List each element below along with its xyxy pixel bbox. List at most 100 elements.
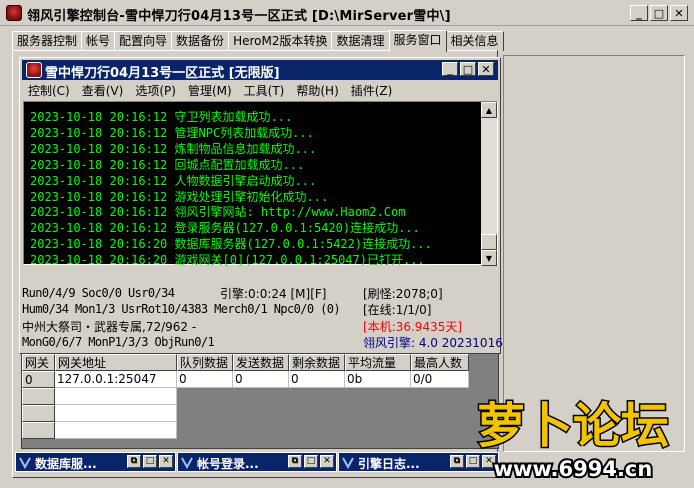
minimized-window-title: 数据库服...: [35, 457, 97, 471]
stat-mon: MonG0/6/7 MonP1/3/3 ObjRun0/1: [22, 335, 215, 349]
tab-data-backup[interactable]: 数据备份: [171, 31, 230, 51]
restore-icon[interactable]: ⧉: [450, 455, 464, 468]
scroll-down-arrow-icon[interactable]: ▼: [481, 250, 497, 266]
stat-version: 翎风引擎: 4.0 20231016: [363, 336, 503, 350]
restore-icon[interactable]: ⧉: [127, 455, 141, 468]
grid-header-row: 网关 网关地址 队列数据 发送数据 剩余数据 平均流量 最高人数: [22, 354, 469, 371]
minimized-window-engine-log[interactable]: 引擎日志... ⧉ □ ✕: [338, 452, 499, 472]
log-line-partial: [30, 102, 480, 110]
grid-fixed-cell: [22, 422, 55, 439]
server-window-title: 雪中悍刀行04月13号一区正式 [无限版]: [45, 66, 280, 81]
grid-cell-remaining[interactable]: 0: [289, 371, 345, 388]
minimized-window-account[interactable]: 帐号登录... ⧉ □ ✕: [177, 452, 337, 472]
log-line: 2023-10-18 20:16:12 守卫列表加载成功...: [30, 110, 293, 124]
maximize-icon[interactable]: □: [143, 455, 157, 468]
grid-cell-queue[interactable]: 0: [177, 371, 233, 388]
close-icon[interactable]: ✕: [320, 455, 334, 468]
window-icon: [180, 455, 194, 470]
scroll-thumb[interactable]: [481, 234, 497, 250]
minimized-window-title: 帐号登录...: [197, 457, 259, 471]
log-line: 2023-10-18 20:16:12 翎风引擎网站: http://www.H…: [30, 205, 406, 220]
minimized-window-db[interactable]: 数据库服... ⧉ □ ✕: [15, 452, 176, 472]
menu-manage[interactable]: 管理(M): [182, 82, 238, 100]
server-close-button[interactable]: ✕: [478, 62, 494, 76]
maximize-icon[interactable]: □: [466, 455, 480, 468]
server-minimize-button[interactable]: _: [442, 62, 458, 76]
tab-config-wizard[interactable]: 配置向导: [114, 31, 173, 51]
server-window: 雪中悍刀行04月13号一区正式 [无限版] _ □ ✕ 控制(C) 查看(V) …: [19, 57, 503, 354]
log-line: 2023-10-18 20:16:20 游戏网关[0](127.0.0.1:25…: [30, 253, 425, 266]
tab-herom2-convert[interactable]: HeroM2版本转换: [228, 31, 333, 51]
stat-map: 中州大祭司・武器专属,72/962 -: [22, 320, 197, 334]
table-row[interactable]: 0 127.0.0.1:25047 0 0 0 0b 0/0: [22, 371, 469, 388]
menu-plugins[interactable]: 插件(Z): [345, 82, 399, 100]
log-scrollbar[interactable]: ▲ ▼: [481, 102, 497, 266]
tab-bar: 服务器控制 帐号 配置向导 数据备份 HeroM2版本转换 数据清理 服务窗口 …: [12, 29, 504, 52]
log-line: 2023-10-18 20:16:12 登录服务器(127.0.0.1:5420…: [30, 221, 420, 236]
watermark-url: www.6994.cn: [494, 457, 653, 481]
tab-related-info[interactable]: 相关信息: [445, 31, 504, 51]
grid-cell-sent[interactable]: 0: [233, 371, 289, 388]
scroll-up-arrow-icon[interactable]: ▲: [481, 102, 497, 118]
grid-cell-max-users[interactable]: 0/0: [411, 371, 469, 388]
grid-cell-gateway: 0: [22, 371, 55, 388]
close-icon[interactable]: ✕: [482, 455, 496, 468]
gateway-grid[interactable]: 网关 网关地址 队列数据 发送数据 剩余数据 平均流量 最高人数 0 127.0…: [21, 353, 499, 449]
stat-online: [在线:1/1/0]: [363, 303, 432, 317]
grid-header-avg-flow[interactable]: 平均流量: [345, 354, 411, 371]
server-window-title-bar[interactable]: 雪中悍刀行04月13号一区正式 [无限版] _ □ ✕: [22, 60, 498, 81]
stat-hum: Hum0/34 Mon1/3 UsrRot10/4383 Merch0/1 Np…: [22, 302, 341, 316]
stat-local: [本机:36.9435天]: [363, 320, 463, 334]
grid-fixed-cell: [22, 405, 55, 422]
minimized-window-title: 引擎日志...: [358, 457, 420, 471]
log-line: 2023-10-18 20:16:20 数据库服务器(127.0.0.1:542…: [30, 237, 432, 252]
menu-options[interactable]: 选项(P): [129, 82, 182, 100]
menu-control[interactable]: 控制(C): [22, 82, 76, 100]
tab-service-window[interactable]: 服务窗口: [388, 30, 447, 52]
log-console[interactable]: 2023-10-18 20:16:12 守卫列表加载成功... 2023-10-…: [23, 101, 498, 266]
log-line: 2023-10-18 20:16:12 人物数据引擎启动成功...: [30, 173, 317, 188]
menu-view[interactable]: 查看(V): [76, 82, 130, 100]
menu-tools[interactable]: 工具(T): [238, 82, 291, 100]
log-line: 2023-10-18 20:16:12 炼制物品信息加载成功...: [30, 141, 317, 156]
main-window-title: 翎风引擎控制台-雪中悍刀行04月13号一区正式 [D:\MirServer雪中\…: [27, 9, 451, 24]
tab-data-cleanup[interactable]: 数据清理: [331, 31, 390, 51]
tab-server-control[interactable]: 服务器控制: [12, 31, 83, 51]
table-row-empty: [22, 405, 177, 422]
stat-engine: 引擎:0:0:24 [M][F]: [220, 287, 327, 301]
grid-cell-avg-flow[interactable]: 0b: [345, 371, 411, 388]
stat-run: Run0/4/9 Soc0/0 Usr0/34: [22, 286, 175, 300]
grid-header-queue[interactable]: 队列数据: [177, 354, 233, 371]
menu-help[interactable]: 帮助(H): [290, 82, 344, 100]
table-row-empty: [22, 422, 177, 439]
close-icon[interactable]: ✕: [159, 455, 173, 468]
maximize-icon[interactable]: □: [304, 455, 318, 468]
grid-cell-address[interactable]: 127.0.0.1:25047: [55, 371, 177, 388]
menu-bar: 控制(C) 查看(V) 选项(P) 管理(M) 工具(T) 帮助(H) 插件(Z…: [22, 82, 398, 100]
side-panel: [503, 55, 685, 452]
grid-fixed-cell: [22, 388, 55, 405]
stat-refresh: [刷怪:2078;0]: [363, 287, 443, 301]
grid-header-max-users[interactable]: 最高人数: [411, 354, 469, 371]
log-lines: 2023-10-18 20:16:12 守卫列表加载成功... 2023-10-…: [30, 102, 480, 266]
grid-empty-cell: [55, 422, 177, 439]
server-app-icon: [26, 62, 42, 78]
window-icon: [341, 455, 355, 470]
server-maximize-button[interactable]: □: [460, 62, 476, 76]
log-line: 2023-10-18 20:16:12 回城点配置加载成功...: [30, 157, 305, 172]
tab-account[interactable]: 帐号: [81, 31, 116, 51]
main-title-bar[interactable]: 翎风引擎控制台-雪中悍刀行04月13号一区正式 [D:\MirServer雪中\…: [0, 0, 694, 26]
window-icon: [18, 455, 32, 470]
minimize-button[interactable]: _: [630, 5, 648, 21]
grid-empty-cell: [55, 388, 177, 405]
restore-icon[interactable]: ⧉: [288, 455, 302, 468]
grid-empty-cell: [55, 405, 177, 422]
maximize-button[interactable]: □: [650, 5, 668, 21]
grid-header-gateway[interactable]: 网关: [22, 354, 55, 371]
grid-header-address[interactable]: 网关地址: [55, 354, 177, 371]
log-line: 2023-10-18 20:16:12 游戏处理引擎初始化成功...: [30, 189, 329, 204]
table-row-empty: [22, 388, 177, 405]
grid-header-sent[interactable]: 发送数据: [233, 354, 289, 371]
close-button[interactable]: ✕: [670, 5, 688, 21]
grid-header-remaining[interactable]: 剩余数据: [289, 354, 345, 371]
